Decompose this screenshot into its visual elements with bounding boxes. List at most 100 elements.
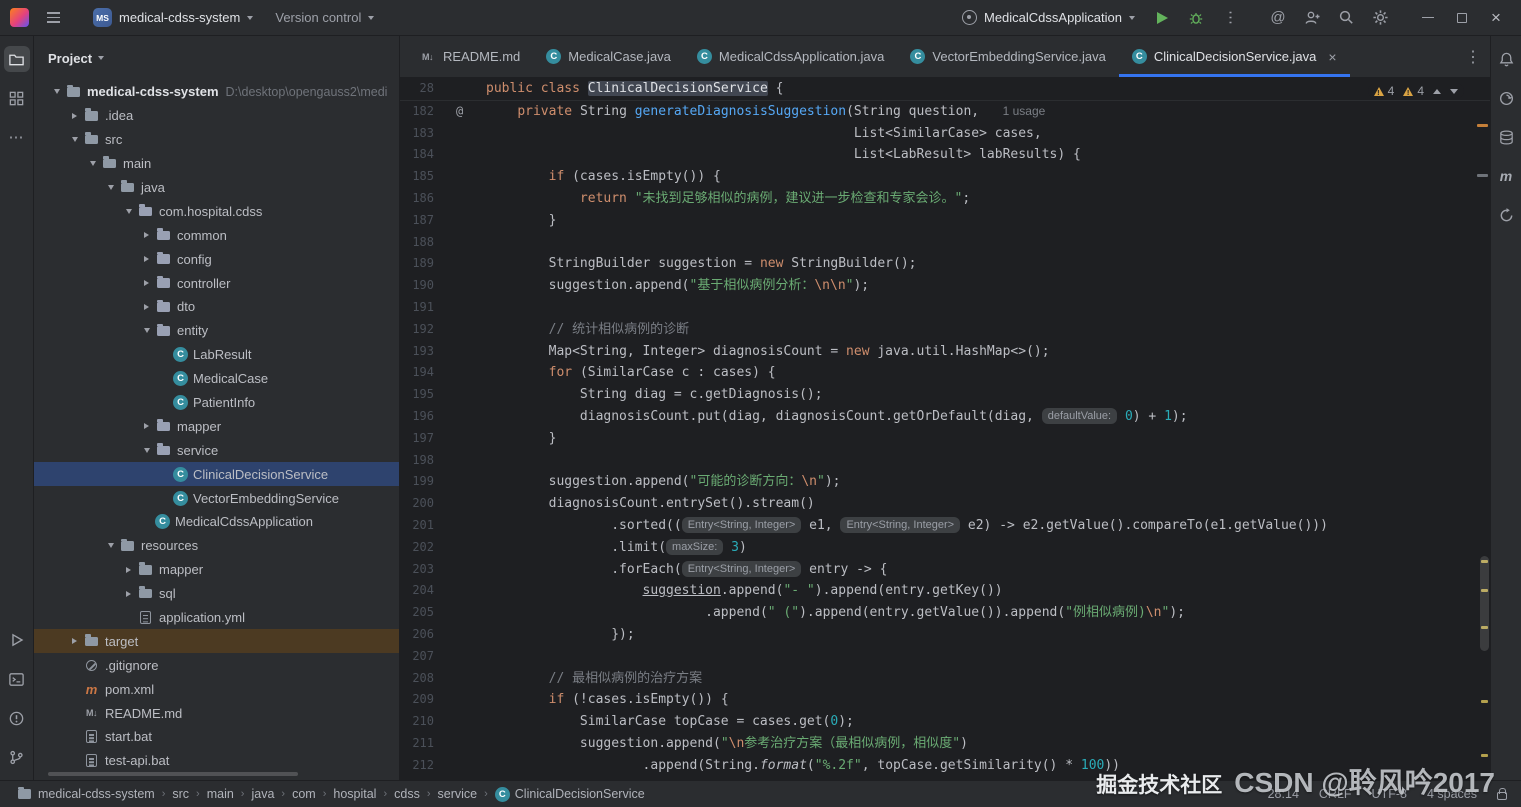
project-tool-button[interactable] [4,46,30,72]
tree-item-test-api.bat[interactable]: test-api.bat [34,749,399,773]
notifications-tool-button[interactable] [1493,46,1519,72]
chevron-right-icon[interactable] [120,591,137,597]
tree-item-controller[interactable]: controller [34,271,399,295]
maven-tool-button[interactable]: m [1493,163,1519,189]
tab-VectorEmbeddingService.java[interactable]: CVectorEmbeddingService.java [897,36,1118,77]
code-line-187[interactable]: 187 } [400,210,1490,232]
code-line-200[interactable]: 200 diagnosisCount.entrySet().stream() [400,493,1490,515]
tree-item-LabResult[interactable]: CLabResult [34,343,399,367]
tree-item-VectorEmbeddingService[interactable]: CVectorEmbeddingService [34,486,399,510]
code-line-191[interactable]: 191 [400,297,1490,319]
code-line-211[interactable]: 211 suggestion.append("\n参考治疗方案（最相似病例，相似… [400,733,1490,755]
version-control-tool-button[interactable] [4,744,30,770]
tree-item-target[interactable]: target [34,629,399,653]
code-line-193[interactable]: 193 Map<String, Integer> diagnosisCount … [400,341,1490,363]
code-line-28[interactable]: 28public class ClinicalDecisionService { [400,78,1490,100]
tree-item-com.hospital.cdss[interactable]: com.hospital.cdss [34,199,399,223]
tree-item-README.md[interactable]: M↓README.md [34,701,399,725]
project-widget[interactable]: MS medical-cdss-system [85,4,261,31]
code-line-186[interactable]: 186 return "未找到足够相似的病例，建议进一步检查和专家会诊。"; [400,188,1490,210]
code-line-205[interactable]: 205 .append(" (").append(entry.getValue(… [400,602,1490,624]
chevron-right-icon[interactable] [138,280,155,286]
tab-MedicalCdssApplication.java[interactable]: CMedicalCdssApplication.java [684,36,897,77]
tree-item-java[interactable]: java [34,176,399,200]
chevron-right-icon[interactable] [138,256,155,262]
project-horizontal-scrollbar[interactable] [48,772,298,776]
tree-item-start.bat[interactable]: start.bat [34,725,399,749]
tree-item-src[interactable]: src [34,128,399,152]
tab-README.md[interactable]: M↓README.md [406,36,533,77]
code-line-190[interactable]: 190 suggestion.append("基于相似病例分析：\n\n"); [400,275,1490,297]
chevron-down-icon[interactable] [48,89,65,94]
code-line-209[interactable]: 209 if (!cases.isEmpty()) { [400,689,1490,711]
chevron-right-icon[interactable] [66,113,83,119]
code-line-182[interactable]: 182@ private String generateDiagnosisSug… [400,101,1490,123]
tree-item-ClinicalDecisionService[interactable]: CClinicalDecisionService [34,462,399,486]
code-line-212[interactable]: 212 .append(String.format("%.2f", topCas… [400,755,1490,777]
gradle-tool-button[interactable] [1493,85,1519,111]
code-editor[interactable]: 28public class ClinicalDecisionService {… [400,78,1490,780]
more-actions-button[interactable]: ⋯ [1215,4,1245,32]
tree-item-mapper[interactable]: mapper [34,558,399,582]
next-problem-icon[interactable] [1450,89,1458,94]
code-line-199[interactable]: 199 suggestion.append("可能的诊断方向：\n"); [400,471,1490,493]
tree-item-resources[interactable]: resources [34,534,399,558]
breadcrumb-item-java[interactable]: java [249,787,276,801]
close-tab-icon[interactable]: × [1328,49,1336,65]
code-line-203[interactable]: 203 .forEach(Entry<String, Integer> entr… [400,559,1490,581]
line-separator-widget[interactable]: CRLF [1319,787,1352,801]
breadcrumb-item-hospital[interactable]: hospital [331,787,378,801]
chevron-right-icon[interactable] [138,423,155,429]
project-panel-header[interactable]: Project [34,36,399,80]
more-tools-button[interactable]: ⋯ [4,124,30,150]
tab-MedicalCase.java[interactable]: CMedicalCase.java [533,36,684,77]
version-control-widget[interactable]: Version control [267,6,382,29]
minimize-button[interactable] [1413,4,1443,32]
run-tool-button[interactable] [4,627,30,653]
ai-mentions-button[interactable]: @ [1263,4,1293,32]
breadcrumb-item-ClinicalDecisionService[interactable]: CClinicalDecisionService [493,787,647,802]
chevron-right-icon[interactable] [138,232,155,238]
tree-item-mapper[interactable]: mapper [34,414,399,438]
tree-item-MedicalCdssApplication[interactable]: CMedicalCdssApplication [34,510,399,534]
code-line-208[interactable]: 208 // 最相似病例的治疗方案 [400,668,1490,690]
code-line-196[interactable]: 196 diagnosisCount.put(diag, diagnosisCo… [400,406,1490,428]
indent-widget[interactable]: 4 spaces [1427,787,1477,801]
code-line-207[interactable]: 207 [400,646,1490,668]
code-line-201[interactable]: 201 .sorted((Entry<String, Integer> e1, … [400,515,1490,537]
code-line-204[interactable]: 204 suggestion.append("- ").append(entry… [400,580,1490,602]
code-line-198[interactable]: 198 [400,450,1490,472]
caret-position-widget[interactable]: 28:14 [1268,787,1299,801]
encoding-widget[interactable]: UTF-8 [1372,787,1407,801]
terminal-tool-button[interactable] [4,666,30,692]
code-line-206[interactable]: 206 }); [400,624,1490,646]
code-line-188[interactable]: 188 [400,232,1490,254]
sticky-class-header[interactable]: 28public class ClinicalDecisionService { [400,78,1490,101]
breadcrumb-item-medical-cdss-system[interactable]: medical-cdss-system [14,786,157,802]
chevron-right-icon[interactable] [120,567,137,573]
code-line-189[interactable]: 189 StringBuilder suggestion = new Strin… [400,253,1490,275]
code-with-me-button[interactable] [1297,4,1327,32]
chevron-down-icon[interactable] [102,543,119,548]
chevron-down-icon[interactable] [84,161,101,166]
code-line-194[interactable]: 194 for (SimilarCase c : cases) { [400,362,1490,384]
error-stripe[interactable] [1476,78,1490,780]
tree-item-.gitignore[interactable]: .gitignore [34,653,399,677]
scrollbar-thumb[interactable] [1480,556,1489,651]
previous-problem-icon[interactable] [1433,89,1441,94]
problems-tool-button[interactable] [4,705,30,731]
tab-ClinicalDecisionService.java[interactable]: CClinicalDecisionService.java× [1119,36,1350,77]
breadcrumb-item-com[interactable]: com [290,787,318,801]
run-button[interactable] [1147,4,1177,32]
tree-item-main[interactable]: main [34,152,399,176]
settings-button[interactable] [1365,4,1395,32]
search-everywhere-button[interactable] [1331,4,1361,32]
code-line-210[interactable]: 210 SimilarCase topCase = cases.get(0); [400,711,1490,733]
maximize-button[interactable] [1447,4,1477,32]
tree-item-entity[interactable]: entity [34,319,399,343]
run-configuration-widget[interactable]: MedicalCdssApplication [954,6,1143,29]
tree-item-common[interactable]: common [34,223,399,247]
breadcrumb-item-service[interactable]: service [436,787,480,801]
inspections-widget[interactable]: 4 4 [1368,83,1464,99]
tree-item-.idea[interactable]: .idea [34,104,399,128]
